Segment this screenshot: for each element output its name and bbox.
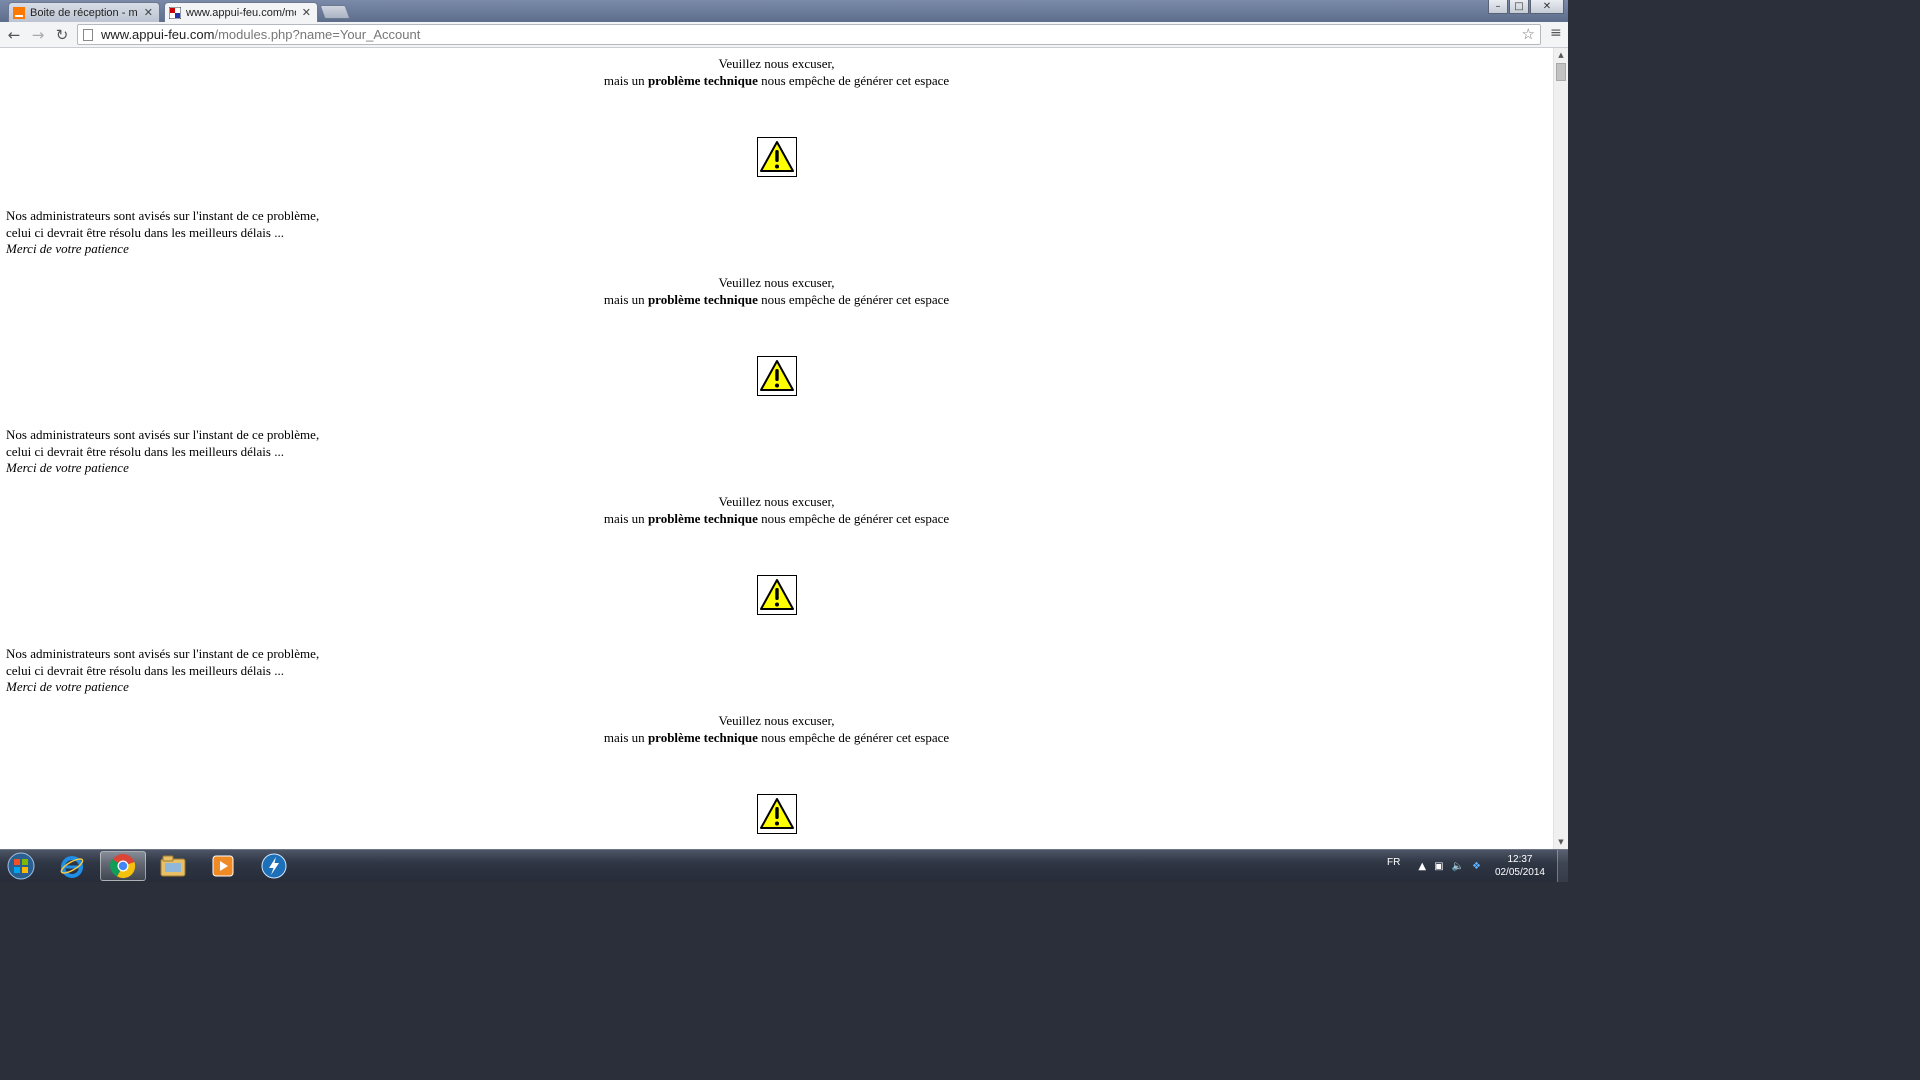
excuse-line-2-suffix: nous empêche de générer cet espace: [757, 511, 950, 526]
excuse-line-2-prefix: mais un: [603, 511, 648, 526]
scroll-thumb[interactable]: [1556, 63, 1566, 81]
show-hidden-icons-icon[interactable]: ▲: [1418, 861, 1426, 872]
excuse-message: Veuillez nous excuser, mais un problème …: [0, 274, 1553, 308]
warning-triangle-icon: [757, 575, 797, 615]
forward-button[interactable]: →: [27, 24, 49, 46]
bookmark-star-icon[interactable]: ☆: [1522, 25, 1535, 44]
media-player-icon[interactable]: [200, 851, 246, 881]
page-icon: [83, 28, 93, 41]
internet-explorer-icon[interactable]: [49, 851, 95, 881]
browser-window: Boite de réception - mail ✕ www.appui-fe…: [0, 0, 1568, 849]
error-block: Veuillez nous excuser, mais un problème …: [0, 705, 1553, 849]
excuse-message: Veuillez nous excuser, mais un problème …: [0, 493, 1553, 527]
tab-title: www.appui-feu.com/mod: [186, 6, 296, 19]
reload-button[interactable]: ↻: [51, 24, 73, 46]
volume-icon[interactable]: 🔈: [1452, 861, 1464, 872]
error-block: Veuillez nous excuser, mais un problème …: [0, 48, 1553, 267]
file-explorer-icon[interactable]: [150, 851, 196, 881]
vertical-scrollbar[interactable]: ▲ ▼: [1553, 48, 1568, 849]
error-block: Veuillez nous excuser, mais un problème …: [0, 267, 1553, 486]
excuse-line-2-prefix: mais un: [603, 730, 648, 745]
start-button[interactable]: [5, 851, 37, 881]
excuse-line-1: Veuillez nous excuser,: [718, 56, 835, 71]
dropbox-icon[interactable]: ❖: [1472, 861, 1481, 872]
excuse-line-2-bold: problème technique: [647, 73, 758, 88]
back-button[interactable]: ←: [3, 24, 25, 46]
excuse-line-1: Veuillez nous excuser,: [718, 275, 835, 290]
warning-triangle-icon: [757, 137, 797, 177]
admin-line-1: Nos administrateurs sont avisés sur l'in…: [6, 646, 320, 661]
admin-line-2: celui ci devrait être résolu dans les me…: [6, 224, 284, 240]
patience-text: Merci de votre patience: [6, 460, 129, 475]
url-path: /modules.php?name=Your_Account: [214, 27, 421, 42]
tab-close-icon[interactable]: ✕: [144, 6, 153, 19]
tab-title: Boite de réception - mail: [30, 6, 138, 19]
address-bar[interactable]: www.appui-feu.com/modules.php?name=Your_…: [77, 24, 1541, 45]
admin-line-2: celui ci devrait être résolu dans les me…: [6, 443, 284, 459]
network-icon[interactable]: ▣: [1434, 861, 1443, 872]
patience-text: Merci de votre patience: [6, 679, 129, 694]
clock[interactable]: 12:37 02/05/2014: [1495, 853, 1545, 879]
page-viewport: Veuillez nous excuser, mais un problème …: [0, 48, 1553, 849]
system-tray: FR ▲ ▣ 🔈 ❖ 12:37 02/05/2014: [1387, 850, 1568, 882]
clock-date: 02/05/2014: [1494, 867, 1545, 878]
error-block: Veuillez nous excuser, mais un problème …: [0, 486, 1553, 705]
language-indicator[interactable]: FR: [1387, 857, 1400, 868]
patience-text: Merci de votre patience: [6, 241, 129, 256]
excuse-line-2-prefix: mais un: [603, 292, 648, 307]
appui-feu-icon: [168, 6, 182, 19]
url-host: www.appui-feu.com: [101, 27, 215, 42]
admin-message: Nos administrateurs sont avisés sur l'in…: [6, 427, 319, 477]
minimize-button[interactable]: –: [1488, 0, 1508, 14]
excuse-line-2-bold: problème technique: [647, 292, 758, 307]
browser-toolbar: ← → ↻ www.appui-feu.com/modules.php?name…: [0, 22, 1568, 48]
url-text[interactable]: www.appui-feu.com/modules.php?name=Your_…: [101, 27, 420, 42]
excuse-line-2-suffix: nous empêche de générer cet espace: [757, 730, 950, 745]
clock-time: 12:37: [1507, 854, 1533, 865]
excuse-line-2-suffix: nous empêche de générer cet espace: [757, 292, 950, 307]
admin-message: Nos administrateurs sont avisés sur l'in…: [6, 646, 319, 696]
excuse-line-2-bold: problème technique: [647, 730, 758, 745]
warning-triangle-icon: [757, 794, 797, 834]
tab-appui-feu[interactable]: www.appui-feu.com/mod ✕: [164, 2, 318, 22]
excuse-message: Veuillez nous excuser, mais un problème …: [0, 55, 1553, 89]
tab-strip: Boite de réception - mail ✕ www.appui-fe…: [0, 0, 1568, 22]
chrome-menu-icon[interactable]: ≡: [1550, 26, 1562, 40]
excuse-line-1: Veuillez nous excuser,: [718, 494, 835, 509]
excuse-line-2-prefix: mais un: [603, 73, 648, 88]
windows-logo-icon: [7, 852, 35, 880]
scroll-down-arrow-icon[interactable]: ▼: [1554, 835, 1568, 849]
tab-mail[interactable]: Boite de réception - mail ✕: [8, 2, 160, 22]
admin-line-1: Nos administrateurs sont avisés sur l'in…: [6, 427, 320, 442]
show-desktop-button[interactable]: [1557, 850, 1568, 882]
admin-message: Nos administrateurs sont avisés sur l'in…: [6, 208, 319, 258]
warning-triangle-icon: [757, 356, 797, 396]
excuse-line-2-bold: problème technique: [647, 511, 758, 526]
window-controls: – □ ✕: [1487, 0, 1564, 14]
excuse-message: Veuillez nous excuser, mais un problème …: [0, 712, 1553, 746]
orange-mail-icon: [13, 6, 25, 19]
admin-line-1: Nos administrateurs sont avisés sur l'in…: [6, 208, 320, 223]
chrome-icon[interactable]: [100, 851, 146, 881]
scroll-up-arrow-icon[interactable]: ▲: [1554, 48, 1568, 62]
admin-line-2: celui ci devrait être résolu dans les me…: [6, 662, 284, 678]
taskbar: FR ▲ ▣ 🔈 ❖ 12:37 02/05/2014: [0, 849, 1568, 882]
excuse-line-1: Veuillez nous excuser,: [718, 713, 835, 728]
close-window-button[interactable]: ✕: [1530, 0, 1564, 14]
maximize-button[interactable]: □: [1509, 0, 1529, 14]
new-tab-button[interactable]: [319, 5, 351, 19]
lightning-app-icon[interactable]: [251, 851, 297, 881]
tab-close-icon[interactable]: ✕: [302, 6, 311, 19]
excuse-line-2-suffix: nous empêche de générer cet espace: [757, 73, 950, 88]
